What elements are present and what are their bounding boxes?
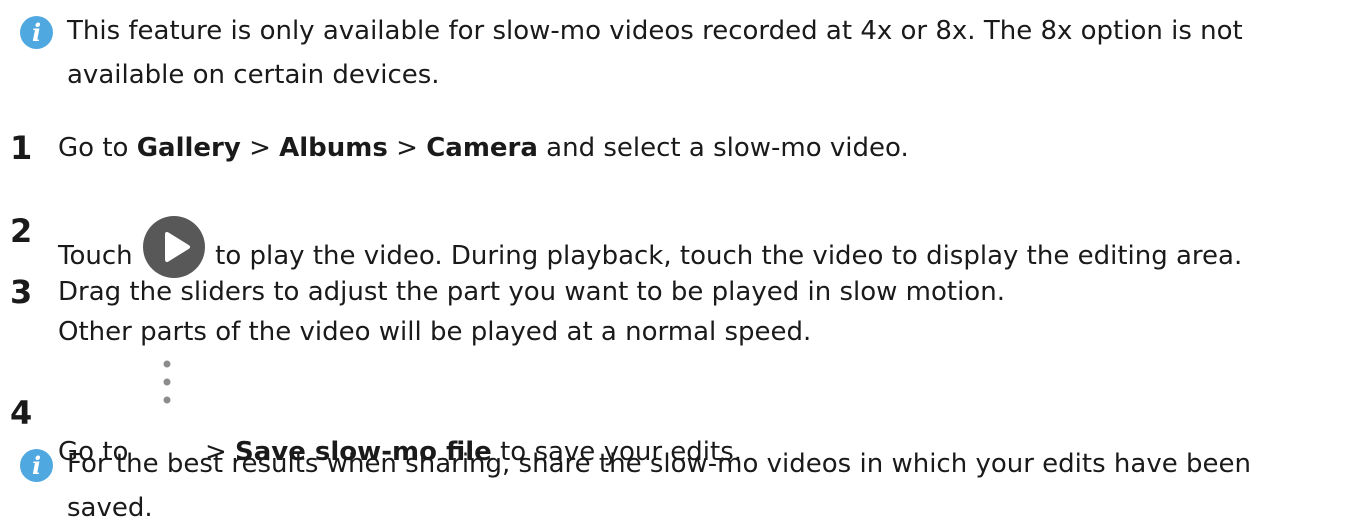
step-4: 4 Go to > Save slow-mo file to save your… xyxy=(10,360,1365,467)
info-icon: i xyxy=(20,16,53,49)
separator: > xyxy=(387,133,427,163)
step-2-text: Touch to play the video. During playback… xyxy=(58,214,1242,280)
step-1-text-b: and select a slow-mo video. xyxy=(537,133,909,163)
step-2: 2 Touch to play the video. During playba… xyxy=(10,211,1365,278)
note-bottom-text: For the best results when sharing, share… xyxy=(67,449,1251,523)
step-number: 4 xyxy=(10,394,33,432)
step-3-line-2: Other parts of the video will be played … xyxy=(58,317,812,347)
step-1-text: Go to Gallery > Albums > Camera and sele… xyxy=(58,131,909,165)
gallery-label: Gallery xyxy=(136,133,241,163)
step-3: 3 Drag the sliders to adjust the part yo… xyxy=(10,272,1365,352)
step-number: 3 xyxy=(10,273,33,311)
step-number: 2 xyxy=(10,212,33,250)
camera-label: Camera xyxy=(426,133,538,163)
step-3-line-1: Drag the sliders to adjust the part you … xyxy=(58,277,1005,307)
step-number: 1 xyxy=(10,129,33,167)
albums-label: Albums xyxy=(279,133,388,163)
step-1: 1 Go to Gallery > Albums > Camera and se… xyxy=(10,128,1365,184)
step-2-text-b: to play the video. During playback, touc… xyxy=(206,241,1243,271)
separator: > xyxy=(240,133,280,163)
step-3-text: Drag the sliders to adjust the part you … xyxy=(58,272,1005,352)
info-icon: i xyxy=(20,449,53,482)
note-top-text: This feature is only available for slow-… xyxy=(67,16,1243,90)
play-icon xyxy=(141,214,207,280)
step-1-text-a: Go to xyxy=(58,133,137,163)
step-2-text-a: Touch xyxy=(58,241,141,271)
